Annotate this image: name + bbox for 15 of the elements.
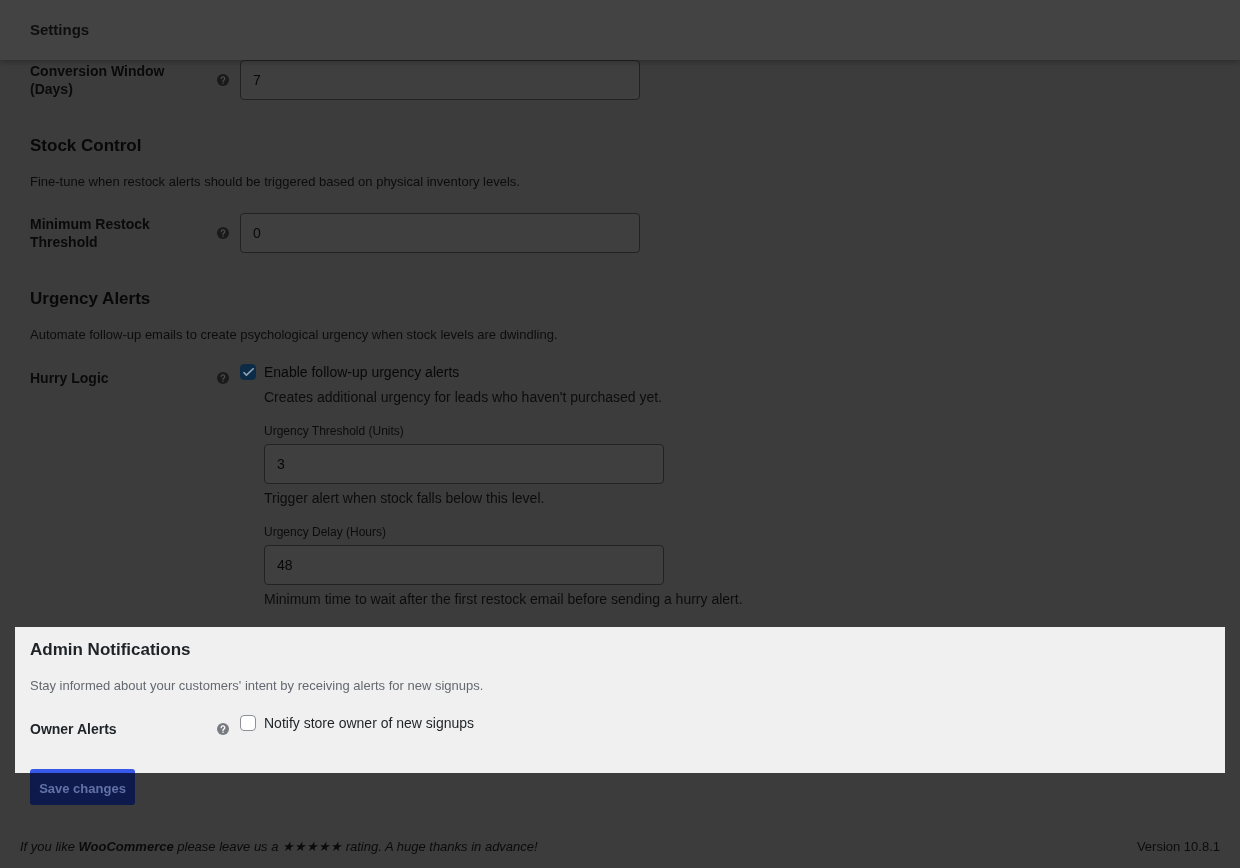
checkbox[interactable] (240, 364, 256, 380)
section-description: Stay informed about your customers' intent by receiving alerts for new signups. (30, 677, 485, 695)
help-icon (217, 227, 229, 239)
save-button[interactable]: Save changes (30, 769, 135, 805)
rating-link[interactable]: ★★★★★ (282, 839, 343, 854)
check-icon (242, 367, 254, 377)
checkbox[interactable] (240, 715, 256, 731)
section-heading: Admin Notifications (30, 639, 192, 661)
checkbox-label: Notify store owner of new signups (264, 714, 475, 733)
field-label: Owner Alerts (30, 720, 118, 738)
input-field[interactable]: 7 (240, 60, 640, 100)
help-icon (217, 723, 229, 735)
help-icon (217, 74, 229, 86)
help-icon (217, 372, 229, 384)
input-field[interactable]: 0 (240, 213, 640, 253)
